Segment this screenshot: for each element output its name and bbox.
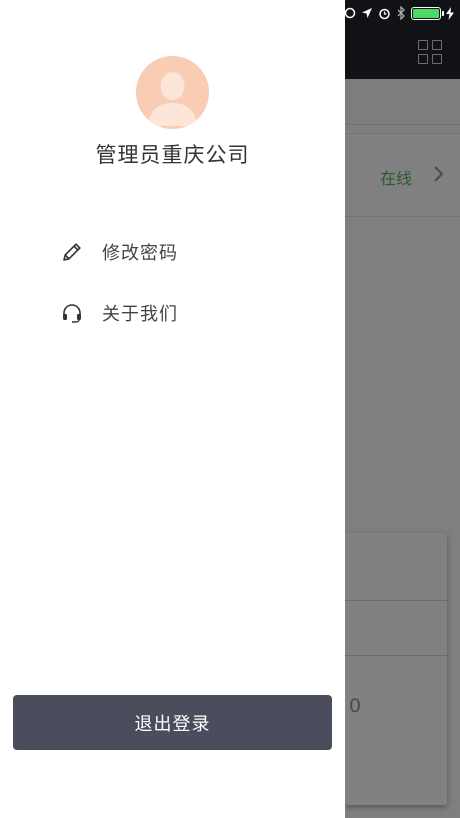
location-arrow-icon	[362, 8, 372, 18]
sync-icon	[344, 7, 356, 19]
headset-icon	[60, 301, 84, 325]
device-row[interactable]: 在线	[345, 133, 460, 217]
screen: 在线 0 管理员重庆公司 修改密码 关于我们 退出登录	[0, 0, 460, 818]
battery-icon	[411, 6, 444, 20]
bluetooth-icon	[397, 6, 405, 20]
background-strip	[345, 79, 460, 125]
card-value: 0	[349, 695, 362, 717]
avatar[interactable]	[136, 56, 209, 129]
status-icons	[344, 4, 454, 22]
side-drawer: 管理员重庆公司 修改密码 关于我们 退出登录	[0, 0, 345, 818]
charging-bolt-icon	[446, 6, 454, 20]
grid-icon[interactable]	[418, 40, 442, 64]
chevron-right-icon	[434, 166, 444, 182]
menu-item-change-password[interactable]: 修改密码	[60, 230, 300, 274]
background-card: 0	[345, 533, 447, 805]
pencil-icon	[60, 240, 84, 264]
online-status: 在线	[380, 169, 413, 188]
alarm-icon	[379, 8, 390, 19]
username: 管理员重庆公司	[95, 143, 250, 167]
menu-item-label: 修改密码	[102, 243, 178, 264]
menu-item-label: 关于我们	[102, 304, 178, 325]
logout-button[interactable]: 退出登录	[13, 695, 332, 750]
user-silhouette-icon	[136, 56, 209, 129]
menu-item-about-us[interactable]: 关于我们	[60, 291, 300, 335]
